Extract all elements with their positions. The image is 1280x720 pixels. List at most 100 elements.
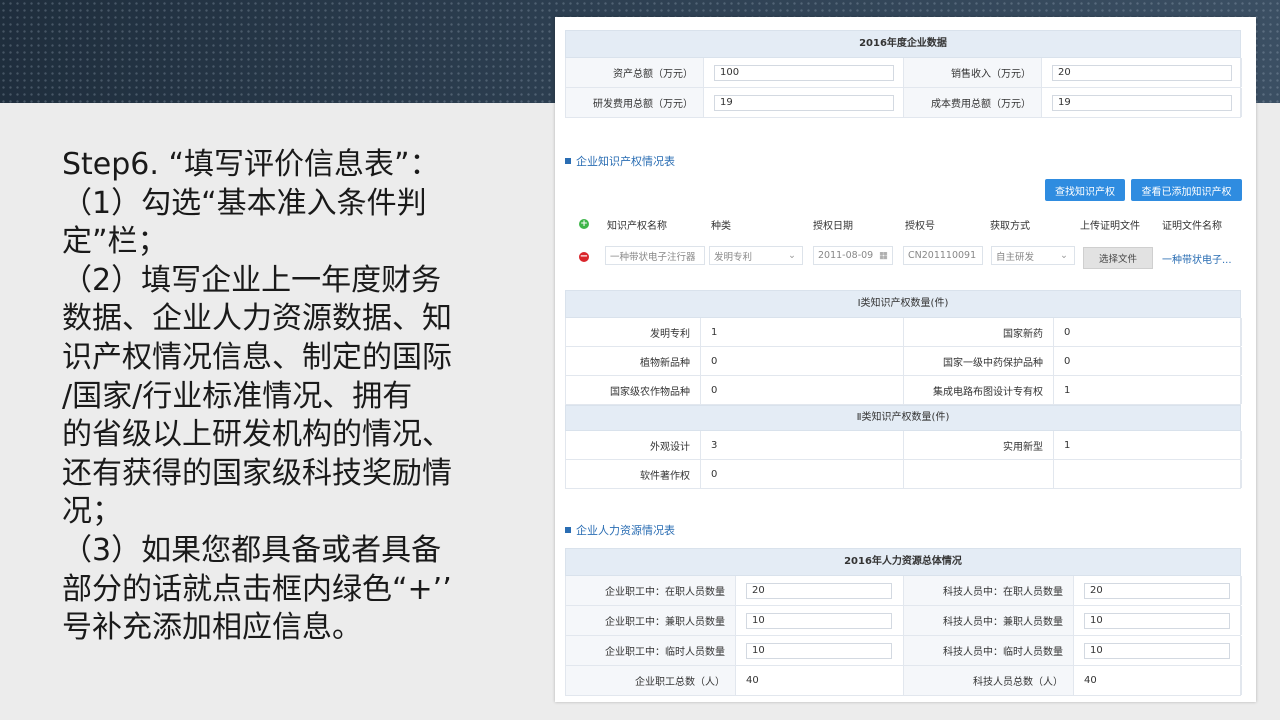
table-row: 企业职工中：临时人员数量 10 科技人员中：临时人员数量 10: [566, 636, 1242, 666]
total-assets-input[interactable]: 100: [714, 64, 894, 81]
cost-expense-input[interactable]: 19: [1052, 94, 1232, 111]
field-value: 0: [1054, 347, 1242, 375]
tech-total-value: 40: [1074, 666, 1242, 695]
instruction-line: （3）如果您都具备或者具备: [62, 532, 442, 568]
ip-date-input[interactable]: 2011-08-09 ▦: [813, 246, 893, 265]
field-label: 国家级农作物品种: [566, 376, 701, 404]
certificate-file-link[interactable]: 一种带状电子...: [1162, 251, 1232, 266]
field-label: [904, 460, 1054, 488]
instruction-line: 的省级以上研发机构的情况、: [62, 417, 452, 453]
field-label: 研发费用总额（万元）: [566, 88, 704, 117]
field-label: 软件著作权: [566, 460, 701, 488]
column-header: 获取方式: [990, 221, 1030, 232]
field-label: 外观设计: [566, 431, 701, 459]
find-ip-button[interactable]: 查找知识产权: [1045, 179, 1125, 201]
field-label: 企业职工中：临时人员数量: [566, 636, 736, 665]
field-label: 实用新型: [904, 431, 1054, 459]
table-row: 国家级农作物品种 0 集成电路布图设计专有权 1: [566, 376, 1242, 405]
field-label: 植物新品种: [566, 347, 701, 375]
field-label: 发明专利: [566, 318, 701, 346]
field-label: 国家新药: [904, 318, 1054, 346]
staff-parttime-input[interactable]: 10: [746, 612, 892, 629]
staff-temporary-input[interactable]: 10: [746, 642, 892, 659]
table-row: 企业职工总数（人） 40 科技人员总数（人） 40: [566, 666, 1242, 696]
ip-class2-grid: 外观设计 3 实用新型 1 软件著作权 0: [565, 431, 1242, 489]
field-label: 企业职工中：在职人员数量: [566, 576, 736, 605]
instruction-line: （1）勾选“基本准入条件判: [62, 185, 427, 221]
field-value: 1: [1054, 431, 1242, 459]
instruction-line: 况；: [62, 494, 122, 530]
tech-fulltime-input[interactable]: 20: [1084, 582, 1230, 599]
instruction-text: Step6. “填写评价信息表”： （1）勾选“基本准入条件判 定”栏； （2）…: [62, 146, 502, 648]
square-bullet-icon: [565, 527, 571, 533]
square-bullet-icon: [565, 158, 571, 164]
field-value: 1: [701, 318, 904, 346]
ip-number-input[interactable]: CN201110091: [903, 246, 983, 265]
field-label: 集成电路布图设计专有权: [904, 376, 1054, 404]
chevron-down-icon: ⌄: [788, 250, 796, 261]
column-header: 上传证明文件: [1080, 221, 1140, 232]
tech-temporary-input[interactable]: 10: [1084, 642, 1230, 659]
instruction-line: 识产权情况信息、制定的国际: [62, 339, 452, 375]
table-row: 企业职工中：兼职人员数量 10 科技人员中：兼职人员数量 10: [566, 606, 1242, 636]
staff-fulltime-input[interactable]: 20: [746, 582, 892, 599]
table-row: 研发费用总额（万元） 19 成本费用总额（万元） 19: [566, 88, 1242, 118]
field-label: 销售收入（万元）: [904, 58, 1042, 87]
hr-header: 2016年人力资源总体情况: [565, 548, 1241, 576]
field-label: 科技人员总数（人）: [904, 666, 1074, 695]
instruction-line: （2）填写企业上一年度财务: [62, 262, 442, 298]
column-header: 种类: [711, 221, 731, 232]
rd-expense-input[interactable]: 19: [714, 94, 894, 111]
table-row: 外观设计 3 实用新型 1: [566, 431, 1242, 460]
ip-section-title: 企业知识产权情况表: [565, 153, 675, 169]
field-value: 0: [701, 347, 904, 375]
field-value: 1: [1054, 376, 1242, 404]
calendar-icon: ▦: [879, 250, 888, 261]
ip-method-select[interactable]: 自主研发 ⌄: [991, 246, 1075, 265]
field-label: 企业职工总数（人）: [566, 666, 736, 695]
field-label: 科技人员中：兼职人员数量: [904, 606, 1074, 635]
field-value: 0: [1054, 318, 1242, 346]
finance-header: 2016年度企业数据: [565, 30, 1241, 58]
tech-parttime-input[interactable]: 10: [1084, 612, 1230, 629]
column-header: 授权日期: [813, 221, 853, 232]
field-label: 科技人员中：临时人员数量: [904, 636, 1074, 665]
choose-file-button[interactable]: 选择文件: [1083, 247, 1153, 269]
field-label: 企业职工中：兼职人员数量: [566, 606, 736, 635]
instruction-line: 还有获得的国家级科技奖励情: [62, 455, 452, 491]
field-value: 0: [701, 376, 904, 404]
field-label: 资产总额（万元）: [566, 58, 704, 87]
chevron-down-icon: ⌄: [1060, 250, 1068, 261]
staff-total-value: 40: [736, 666, 904, 695]
view-added-ip-button[interactable]: 查看已添加知识产权: [1131, 179, 1242, 201]
ip-name-input[interactable]: 一种带状电子注行器: [605, 246, 705, 265]
add-row-icon[interactable]: +: [579, 219, 589, 229]
table-row: 资产总额（万元） 100 销售收入（万元） 20: [566, 58, 1242, 88]
column-header: 证明文件名称: [1162, 221, 1222, 232]
remove-row-icon[interactable]: −: [579, 252, 589, 262]
column-header: 授权号: [905, 221, 935, 232]
table-row: 企业职工中：在职人员数量 20 科技人员中：在职人员数量 20: [566, 576, 1242, 606]
field-label: 科技人员中：在职人员数量: [904, 576, 1074, 605]
instruction-line: 号补充添加相应信息。: [62, 610, 362, 646]
sales-revenue-input[interactable]: 20: [1052, 64, 1232, 81]
table-row: 发明专利 1 国家新药 0: [566, 318, 1242, 347]
instruction-line: 定”栏；: [62, 224, 168, 260]
field-label: 国家一级中药保护品种: [904, 347, 1054, 375]
field-label: 成本费用总额（万元）: [904, 88, 1042, 117]
ip-class1-grid: 发明专利 1 国家新药 0 植物新品种 0 国家一级中药保护品种 0 国家级农作…: [565, 318, 1242, 405]
field-value: 0: [701, 460, 904, 488]
ip-class1-header: Ⅰ类知识产权数量(件): [565, 290, 1241, 318]
ip-kind-select[interactable]: 发明专利 ⌄: [709, 246, 803, 265]
hr-grid: 企业职工中：在职人员数量 20 科技人员中：在职人员数量 20 企业职工中：兼职…: [565, 576, 1242, 696]
form-screenshot: 2016年度企业数据 资产总额（万元） 100 销售收入（万元） 20 研发费用…: [555, 17, 1256, 702]
column-header: 知识产权名称: [607, 221, 667, 232]
instruction-line: 部分的话就点击框内绿色“+’’: [62, 571, 452, 607]
ip-class2-header: Ⅱ类知识产权数量(件): [565, 405, 1241, 431]
field-value: 3: [701, 431, 904, 459]
finance-grid: 资产总额（万元） 100 销售收入（万元） 20 研发费用总额（万元） 19 成…: [565, 58, 1242, 118]
field-value: [1054, 460, 1242, 488]
instruction-line: /国家/行业标准情况、拥有: [62, 378, 413, 414]
instruction-line: 数据、企业人力资源数据、知: [62, 301, 452, 337]
instruction-line: Step6. “填写评价信息表”：: [62, 147, 440, 182]
